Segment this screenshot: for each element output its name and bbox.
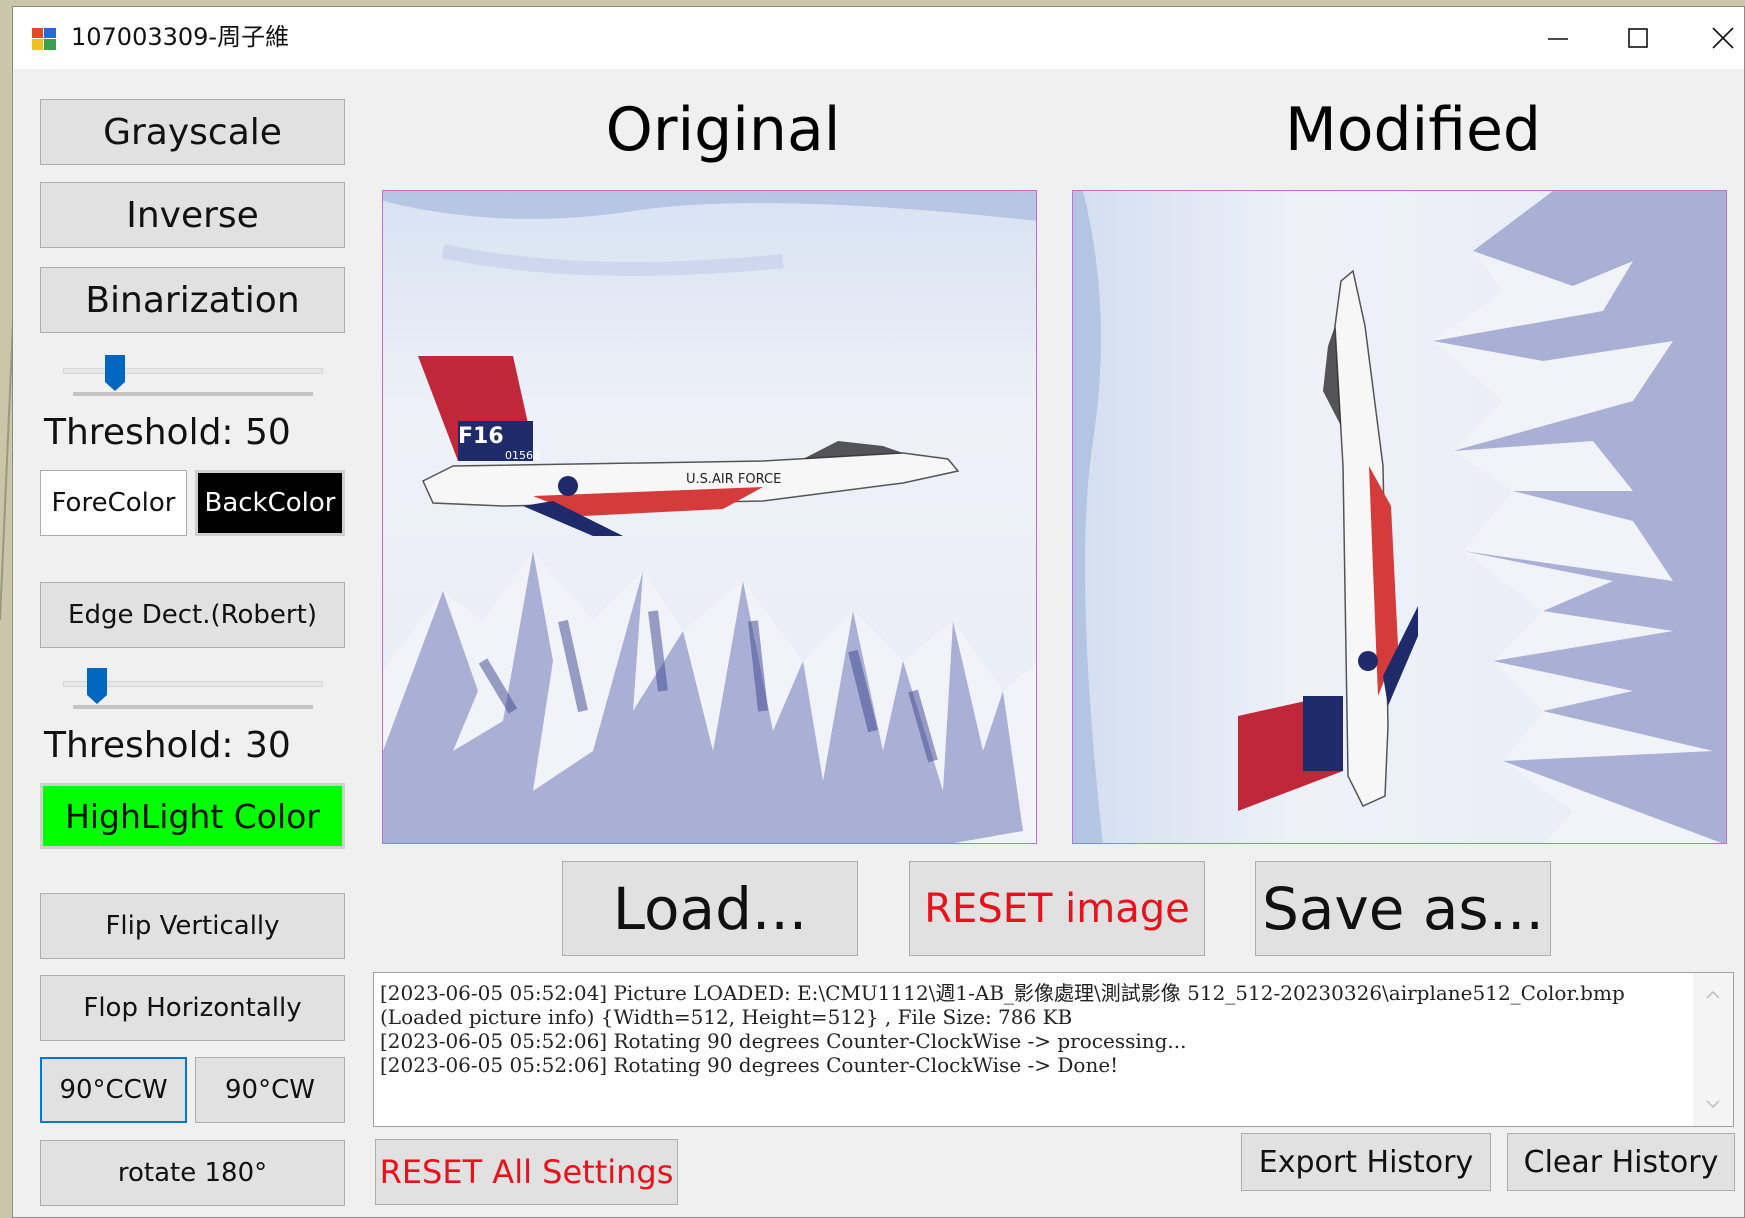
- history-log-scrollbar[interactable]: [1693, 973, 1733, 1126]
- title-bar: 107003309-周子維: [13, 7, 1744, 69]
- binarization-threshold-slider[interactable]: [53, 349, 333, 399]
- close-icon: [1712, 27, 1734, 49]
- highlight-color-button[interactable]: HighLight Color: [40, 783, 345, 849]
- reset-all-settings-button[interactable]: RESET All Settings: [375, 1139, 678, 1205]
- maximize-button[interactable]: [1593, 7, 1683, 69]
- fuselage-marking: U.S.AIR FORCE: [686, 472, 781, 487]
- reset-image-button[interactable]: RESET image: [909, 861, 1205, 956]
- close-button[interactable]: [1678, 7, 1744, 69]
- original-heading: Original: [605, 95, 841, 165]
- edge-detect-button[interactable]: Edge Dect.(Robert): [40, 582, 345, 648]
- window-title: 107003309-周子維: [71, 23, 290, 51]
- binarization-button[interactable]: Binarization: [40, 267, 345, 333]
- slider-tick-bar: [73, 392, 313, 396]
- app-icon: [32, 28, 56, 50]
- minimize-icon: [1548, 38, 1568, 40]
- log-line: [2023-06-05 05:52:04] Picture LOADED: E:…: [380, 981, 1625, 1005]
- original-airplane-image: F16 01568 U.S.AIR FORCE: [383, 191, 1036, 843]
- tail-marking: F16: [458, 424, 504, 449]
- serial-marking: 01568: [505, 449, 540, 462]
- rotate-ccw-button[interactable]: 90°CCW: [40, 1057, 187, 1123]
- maximize-icon: [1628, 28, 1648, 48]
- log-line: [2023-06-05 05:52:06] Rotating 90 degree…: [380, 1053, 1119, 1077]
- flop-horizontally-button[interactable]: Flop Horizontally: [40, 975, 345, 1041]
- clear-history-button[interactable]: Clear History: [1507, 1133, 1735, 1191]
- modified-airplane-image: [1073, 191, 1726, 843]
- save-as-button[interactable]: Save as...: [1255, 861, 1551, 956]
- edge-threshold-label: Threshold: 30: [44, 725, 291, 766]
- app-window: 107003309-周子維 Grayscale Inverse Binariza…: [12, 6, 1745, 1218]
- load-button[interactable]: Load...: [562, 861, 858, 956]
- rotate-cw-button[interactable]: 90°CW: [195, 1057, 345, 1123]
- minimize-button[interactable]: [1513, 7, 1603, 69]
- backcolor-button[interactable]: BackColor: [195, 470, 345, 536]
- grayscale-button[interactable]: Grayscale: [40, 99, 345, 165]
- modified-picture: [1072, 190, 1727, 844]
- history-log-lines: [2023-06-05 05:52:04] Picture LOADED: E:…: [380, 981, 1687, 1077]
- original-picture: F16 01568 U.S.AIR FORCE: [382, 190, 1037, 844]
- forecolor-button[interactable]: ForeColor: [40, 470, 187, 536]
- slider-thumb[interactable]: [104, 354, 126, 392]
- export-history-button[interactable]: Export History: [1241, 1133, 1491, 1191]
- log-line: [2023-06-05 05:52:06] Rotating 90 degree…: [380, 1029, 1187, 1053]
- inverse-button[interactable]: Inverse: [40, 182, 345, 248]
- edge-threshold-slider[interactable]: [53, 662, 333, 712]
- binarization-threshold-label: Threshold: 50: [44, 412, 291, 453]
- flip-vertically-button[interactable]: Flip Vertically: [40, 893, 345, 959]
- log-line: (Loaded picture info) {Width=512, Height…: [380, 1005, 1073, 1029]
- scroll-down-icon[interactable]: [1693, 1090, 1733, 1120]
- slider-tick-bar: [73, 705, 313, 709]
- history-log[interactable]: [2023-06-05 05:52:04] Picture LOADED: E:…: [373, 972, 1734, 1127]
- slider-thumb[interactable]: [86, 667, 108, 705]
- modified-heading: Modified: [1284, 95, 1542, 165]
- slider-track: [63, 368, 323, 374]
- rotate-180-button[interactable]: rotate 180°: [40, 1140, 345, 1206]
- scroll-up-icon[interactable]: [1693, 979, 1733, 1009]
